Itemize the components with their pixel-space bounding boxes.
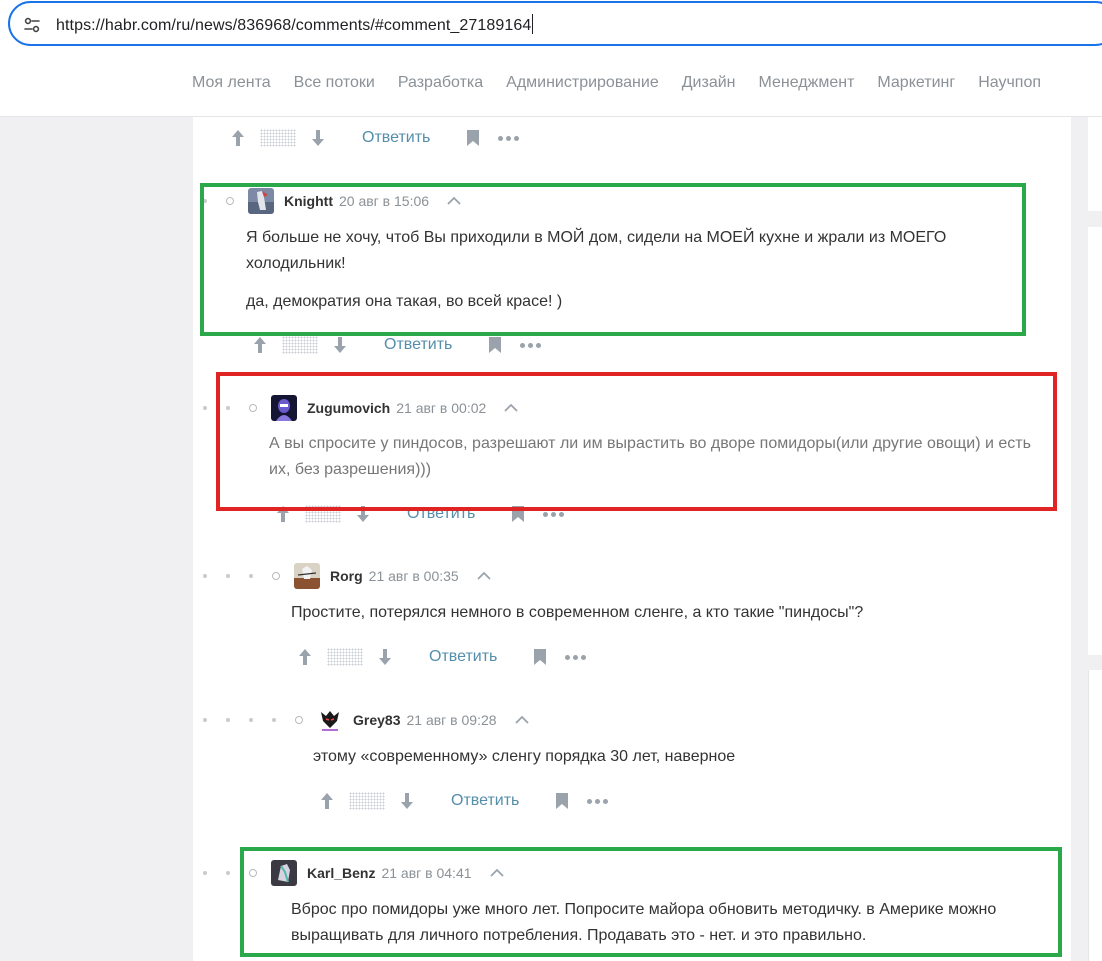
nav-item[interactable]: Менеджмент bbox=[759, 74, 855, 92]
comment-header: Zugumovich 21 авг в 00:02 bbox=[203, 395, 518, 421]
nav-item[interactable]: Научпоп bbox=[978, 74, 1041, 92]
upvote-arrow-icon[interactable] bbox=[252, 336, 268, 354]
user-avatar[interactable] bbox=[248, 188, 274, 214]
comment-body: А вы спросите у пиндосов, разрешают ли и… bbox=[269, 431, 1049, 483]
user-avatar[interactable] bbox=[271, 860, 297, 886]
more-options-icon[interactable] bbox=[520, 342, 542, 348]
comment-header: Karl_Benz 21 авг в 04:41 bbox=[203, 860, 504, 886]
bookmark-icon[interactable] bbox=[555, 792, 569, 810]
reply-link[interactable]: Ответить bbox=[362, 129, 430, 147]
comment-paragraph: этому «современному» сленгу порядка 30 л… bbox=[313, 748, 736, 765]
left-gutter bbox=[0, 117, 193, 961]
thread-depth-dots bbox=[203, 716, 317, 724]
nav-item[interactable]: Дизайн bbox=[682, 74, 736, 92]
comment-body: этому «современному» сленгу порядка 30 л… bbox=[313, 744, 1053, 770]
reply-link[interactable]: Ответить bbox=[429, 648, 497, 666]
thread-depth-dots bbox=[203, 404, 271, 412]
sidebar-card bbox=[1088, 227, 1102, 655]
comment-timestamp[interactable]: 21 авг в 00:02 bbox=[396, 400, 486, 416]
site-settings-icon[interactable] bbox=[22, 15, 42, 35]
thread-depth-dots bbox=[203, 869, 271, 877]
rating-placeholder bbox=[260, 129, 296, 147]
comment-paragraph: Вброс про помидоры уже много лет. Попрос… bbox=[291, 901, 997, 944]
comment-header: Grey83 21 авг в 09:28 bbox=[203, 707, 529, 733]
user-avatar[interactable] bbox=[271, 395, 297, 421]
bookmark-icon[interactable] bbox=[488, 336, 502, 354]
upvote-arrow-icon[interactable] bbox=[275, 505, 291, 523]
sidebar-card bbox=[1088, 670, 1102, 961]
comment-actions: Ответить bbox=[252, 333, 542, 357]
comment-username[interactable]: Karl_Benz bbox=[307, 865, 375, 881]
more-options-icon[interactable] bbox=[543, 511, 565, 517]
comment-actions: Ответить bbox=[319, 789, 609, 813]
downvote-arrow-icon[interactable] bbox=[310, 129, 326, 147]
user-avatar[interactable] bbox=[294, 563, 320, 589]
nav-item[interactable]: Администрирование bbox=[506, 74, 659, 92]
chevron-up-icon[interactable] bbox=[489, 868, 504, 878]
comment-actions: Ответить bbox=[275, 502, 565, 526]
thread-depth-dots bbox=[203, 197, 248, 205]
reply-link[interactable]: Ответить bbox=[384, 336, 452, 354]
habr-nav: Моя лента Все потоки Разработка Администрир… bbox=[0, 52, 1102, 117]
nav-item[interactable]: Все потоки bbox=[294, 74, 375, 92]
bookmark-icon[interactable] bbox=[466, 129, 480, 147]
sidebar-card bbox=[1088, 117, 1102, 211]
comment-timestamp[interactable]: 21 авг в 00:35 bbox=[369, 568, 459, 584]
downvote-arrow-icon[interactable] bbox=[332, 336, 348, 354]
reply-link[interactable]: Ответить bbox=[407, 505, 475, 523]
downvote-arrow-icon[interactable] bbox=[399, 792, 415, 810]
upvote-arrow-icon[interactable] bbox=[319, 792, 335, 810]
downvote-arrow-icon[interactable] bbox=[377, 648, 393, 666]
bookmark-icon[interactable] bbox=[511, 505, 525, 523]
comment-timestamp[interactable]: 21 авг в 09:28 bbox=[406, 712, 496, 728]
comment-username[interactable]: Knightt bbox=[284, 193, 333, 209]
nav-items: Моя лента Все потоки Разработка Администрир… bbox=[192, 74, 1064, 92]
nav-item[interactable]: Маркетинг bbox=[877, 74, 955, 92]
comment-header: Knightt 20 авг в 15:06 bbox=[203, 188, 461, 214]
comment-timestamp[interactable]: 21 авг в 04:41 bbox=[381, 865, 471, 881]
comment-body: Вброс про помидоры уже много лет. Попрос… bbox=[291, 897, 1061, 949]
comment-timestamp[interactable]: 20 авг в 15:06 bbox=[339, 193, 429, 209]
comment-paragraph: Простите, потерялся немного в современно… bbox=[291, 604, 864, 621]
rating-placeholder bbox=[282, 336, 318, 354]
comment-paragraph: Я больше не хочу, чтоб Вы приходили в МО… bbox=[246, 229, 947, 272]
url-text[interactable]: https://habr.com/ru/news/836968/comments… bbox=[56, 14, 534, 35]
comment-paragraph: да, демократия она такая, во всей красе!… bbox=[246, 293, 563, 310]
chevron-up-icon[interactable] bbox=[514, 715, 529, 725]
comment-body: Я больше не хочу, чтоб Вы приходили в МО… bbox=[246, 225, 1026, 315]
user-avatar[interactable] bbox=[317, 707, 343, 733]
address-bar[interactable]: https://habr.com/ru/news/836968/comments… bbox=[8, 1, 1102, 46]
comment-paragraph: А вы спросите у пиндосов, разрешают ли и… bbox=[269, 435, 1031, 478]
nav-item[interactable]: Моя лента bbox=[192, 74, 271, 92]
rating-placeholder bbox=[327, 648, 363, 666]
rating-placeholder bbox=[305, 505, 341, 523]
nav-item[interactable]: Разработка bbox=[398, 74, 483, 92]
thread-depth-dots bbox=[203, 572, 294, 580]
text-cursor bbox=[532, 14, 534, 34]
upvote-arrow-icon[interactable] bbox=[297, 648, 313, 666]
reply-link[interactable]: Ответить bbox=[451, 792, 519, 810]
chevron-up-icon[interactable] bbox=[504, 403, 518, 413]
chevron-up-icon[interactable] bbox=[477, 571, 491, 581]
more-options-icon[interactable] bbox=[498, 135, 520, 141]
comment-header: Rorg 21 авг в 00:35 bbox=[203, 563, 491, 589]
upvote-arrow-icon[interactable] bbox=[230, 129, 246, 147]
more-options-icon[interactable] bbox=[587, 798, 609, 804]
comment-actions: Ответить bbox=[297, 645, 587, 669]
bookmark-icon[interactable] bbox=[533, 648, 547, 666]
rating-placeholder bbox=[349, 792, 385, 810]
comment-body: Простите, потерялся немного в современно… bbox=[291, 600, 1051, 626]
chevron-up-icon[interactable] bbox=[447, 196, 461, 206]
comment-username[interactable]: Zugumovich bbox=[307, 400, 390, 416]
comment-username[interactable]: Rorg bbox=[330, 568, 363, 584]
comment-username[interactable]: Grey83 bbox=[353, 712, 400, 728]
browser-toolbar: https://habr.com/ru/news/836968/comments… bbox=[0, 0, 1102, 52]
comment-actions: Ответить bbox=[230, 126, 520, 150]
more-options-icon[interactable] bbox=[565, 654, 587, 660]
downvote-arrow-icon[interactable] bbox=[355, 505, 371, 523]
